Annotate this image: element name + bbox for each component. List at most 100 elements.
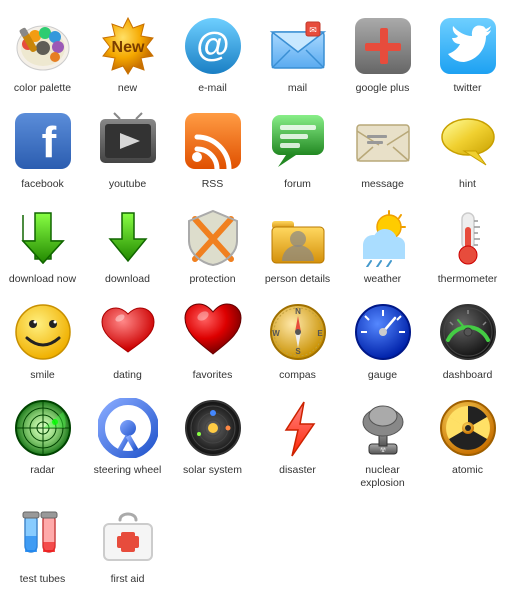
svg-text:N: N [295,307,301,316]
person-details-icon [265,204,330,269]
disaster-label: disaster [279,464,316,477]
svg-text:New: New [111,39,144,56]
steering-wheel-label: steering wheel [94,464,162,477]
svg-text:E: E [317,329,323,338]
icon-item-color-palette[interactable]: color palette [0,5,85,101]
download-now-icon [10,204,75,269]
icon-item-google-plus[interactable]: google plus [340,5,425,101]
compas-label: compas [279,369,316,382]
thermometer-icon [435,204,500,269]
message-label: message [361,178,404,191]
nuclear-explosion-label: nuclear explosion [360,464,404,489]
google-plus-label: google plus [356,82,410,95]
icon-item-thermometer[interactable]: thermometer [425,196,510,292]
solar-system-label: solar system [183,464,242,477]
hint-icon [435,109,500,174]
youtube-icon [95,109,160,174]
smile-label: smile [30,369,55,382]
test-tubes-icon [10,504,75,569]
icon-item-favorites[interactable]: favorites [170,292,255,388]
thermometer-label: thermometer [438,273,498,286]
facebook-icon: f [10,109,75,174]
icon-item-twitter[interactable]: twitter [425,5,510,101]
person-details-label: person details [265,273,330,286]
svg-text:W: W [272,329,280,338]
icon-item-gauge[interactable]: gauge [340,292,425,388]
download-icon [95,204,160,269]
atomic-label: atomic [452,464,483,477]
compas-icon: N S W E [265,300,330,365]
icon-item-mail[interactable]: ✉ mail [255,5,340,101]
mail-icon: ✉ [265,13,330,78]
atomic-icon [435,395,500,460]
icon-item-hint[interactable]: hint [425,101,510,197]
icon-item-new[interactable]: New new [85,5,170,101]
icon-item-steering-wheel[interactable]: steering wheel [85,387,170,495]
icon-item-facebook[interactable]: f facebook [0,101,85,197]
rss-label: RSS [202,178,224,191]
dating-label: dating [113,369,142,382]
icon-item-youtube[interactable]: youtube [85,101,170,197]
dashboard-icon [435,300,500,365]
icon-item-email[interactable]: @ e-mail [170,5,255,101]
forum-icon [265,109,330,174]
favorites-icon [180,300,245,365]
gauge-icon [350,300,415,365]
icon-item-rss[interactable]: RSS [170,101,255,197]
twitter-icon [435,13,500,78]
color-palette-icon [10,13,75,78]
solar-system-icon [180,395,245,460]
dashboard-label: dashboard [443,369,493,382]
icon-item-atomic[interactable]: atomic [425,387,510,495]
twitter-label: twitter [453,82,481,95]
icon-item-weather[interactable]: weather [340,196,425,292]
icon-item-dating[interactable]: dating [85,292,170,388]
email-icon: @ [180,13,245,78]
icon-item-smile[interactable]: smile [0,292,85,388]
icon-item-person-details[interactable]: person details [255,196,340,292]
youtube-label: youtube [109,178,146,191]
icon-item-first-aid[interactable]: first aid [85,496,170,592]
svg-text:S: S [295,347,301,356]
new-icon: New [95,13,160,78]
dating-icon [95,300,160,365]
hint-label: hint [459,178,476,191]
icon-item-download[interactable]: download [85,196,170,292]
favorites-label: favorites [193,369,233,382]
icon-item-message[interactable]: message [340,101,425,197]
nuclear-explosion-icon: ☢ [350,395,415,460]
icon-item-test-tubes[interactable]: test tubes [0,496,85,592]
svg-text:✉: ✉ [309,25,317,35]
svg-text:☢: ☢ [379,446,385,454]
download-now-label: download now [9,273,76,286]
icon-item-download-now[interactable]: download now [0,196,85,292]
rss-icon [180,109,245,174]
protection-icon [180,204,245,269]
weather-label: weather [364,273,401,286]
svg-text:@: @ [196,26,229,64]
svg-text:f: f [41,118,56,167]
email-label: e-mail [198,82,227,95]
smile-icon [10,300,75,365]
first-aid-icon [95,504,160,569]
radar-icon [10,395,75,460]
icon-item-forum[interactable]: forum [255,101,340,197]
icon-item-nuclear-explosion[interactable]: ☢ nuclear explosion [340,387,425,495]
google-plus-icon [350,13,415,78]
icon-item-protection[interactable]: protection [170,196,255,292]
icon-item-compas[interactable]: N S W E compas [255,292,340,388]
gauge-label: gauge [368,369,397,382]
steering-wheel-icon [95,395,160,460]
radar-label: radar [30,464,55,477]
icon-grid: color palette New new [0,0,510,596]
color-palette-label: color palette [14,82,71,95]
new-label: new [118,82,137,95]
icon-item-disaster[interactable]: disaster [255,387,340,495]
icon-item-radar[interactable]: radar [0,387,85,495]
first-aid-label: first aid [111,573,145,586]
facebook-label: facebook [21,178,64,191]
protection-label: protection [189,273,235,286]
icon-item-dashboard[interactable]: dashboard [425,292,510,388]
icon-item-solar-system[interactable]: solar system [170,387,255,495]
download-label: download [105,273,150,286]
